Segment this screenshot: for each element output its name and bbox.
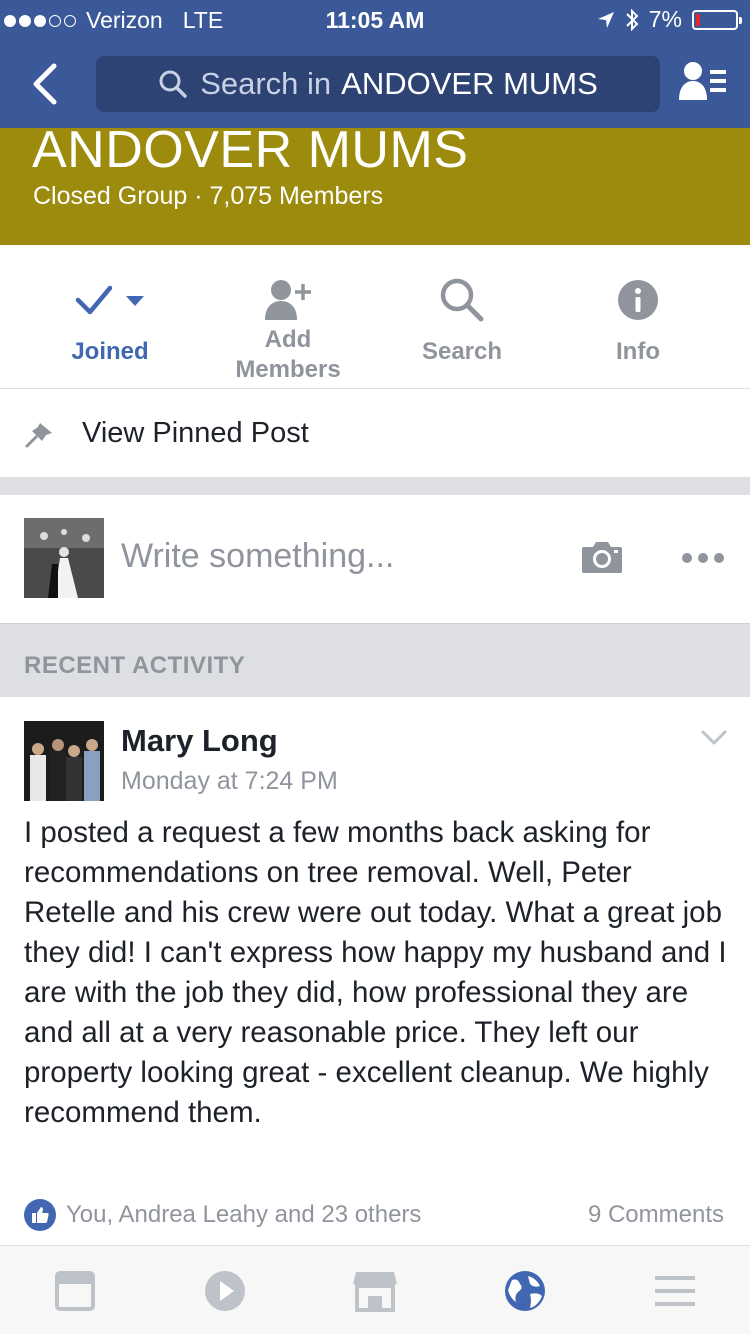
video-icon[interactable] bbox=[200, 1268, 250, 1314]
pin-icon bbox=[25, 423, 52, 448]
checkmark-icon bbox=[75, 285, 144, 315]
group-members-icon[interactable] bbox=[678, 60, 728, 104]
add-person-icon bbox=[265, 280, 311, 320]
group-search-input[interactable]: Search in ANDOVER MUMS bbox=[96, 56, 660, 112]
view-pinned-post-row[interactable]: View Pinned Post bbox=[0, 389, 750, 477]
globe-icon[interactable] bbox=[500, 1268, 550, 1314]
group-subtitle: Closed Group · 7,075 Members bbox=[33, 182, 384, 210]
search-placeholder: Search in bbox=[200, 66, 332, 101]
group-title: ANDOVER MUMS bbox=[32, 128, 469, 179]
search-button[interactable]: Search bbox=[372, 245, 552, 389]
group-photo-icon bbox=[24, 721, 104, 801]
feed-post: Mary Long Monday at 7:24 PM I posted a r… bbox=[0, 697, 750, 1245]
group-actions: Joined Add Members Search Info bbox=[0, 245, 750, 389]
status-bar: Verizon LTE 11:05 AM 7% bbox=[0, 0, 750, 40]
post-composer[interactable]: Write something... bbox=[0, 495, 750, 623]
add-members-label-line1: Add bbox=[264, 326, 312, 353]
news-feed-icon[interactable] bbox=[50, 1268, 100, 1314]
wedding-photo-icon bbox=[24, 518, 104, 598]
author-avatar[interactable] bbox=[24, 721, 104, 801]
post-author[interactable]: Mary Long bbox=[121, 723, 278, 759]
search-label: Search bbox=[421, 338, 503, 365]
group-cover: ANDOVER MUMS Closed Group · 7,075 Member… bbox=[0, 128, 750, 245]
search-icon bbox=[159, 70, 187, 98]
view-pinned-post-label: View Pinned Post bbox=[82, 417, 309, 449]
search-icon bbox=[440, 278, 484, 322]
back-chevron-icon[interactable] bbox=[30, 62, 62, 106]
search-group-name: ANDOVER MUMS bbox=[341, 66, 598, 101]
add-members-button[interactable]: Add Members bbox=[198, 245, 378, 389]
bluetooth-icon bbox=[626, 8, 639, 31]
joined-button[interactable]: Joined bbox=[20, 245, 200, 389]
status-right: 7% bbox=[597, 6, 742, 33]
location-icon bbox=[597, 11, 614, 28]
reactions-summary[interactable]: You, Andrea Leahy and 23 others bbox=[24, 1199, 421, 1231]
chevron-down-icon[interactable] bbox=[700, 729, 728, 747]
info-button[interactable]: Info bbox=[548, 245, 728, 389]
battery-percent: 7% bbox=[648, 6, 682, 32]
post-timestamp[interactable]: Monday at 7:24 PM bbox=[121, 767, 338, 796]
joined-label: Joined bbox=[71, 338, 149, 365]
add-members-label-line2: Members bbox=[235, 356, 341, 383]
info-label: Info bbox=[616, 338, 660, 365]
menu-icon[interactable] bbox=[650, 1268, 700, 1314]
top-bar: Verizon LTE 11:05 AM 7% Search in ANDOVER… bbox=[0, 0, 750, 128]
section-divider bbox=[0, 477, 750, 495]
dropdown-caret-icon bbox=[126, 296, 144, 306]
camera-icon[interactable] bbox=[580, 539, 624, 575]
post-body: I posted a request a few months back ask… bbox=[24, 816, 727, 1129]
more-options-icon[interactable] bbox=[682, 553, 724, 563]
write-something-input[interactable]: Write something... bbox=[121, 537, 394, 576]
reactions-label: You, Andrea Leahy and 23 others bbox=[66, 1201, 422, 1228]
user-avatar bbox=[24, 518, 104, 598]
battery-icon bbox=[692, 9, 742, 30]
recent-activity-header: RECENT ACTIVITY bbox=[0, 623, 750, 697]
marketplace-icon[interactable] bbox=[350, 1268, 400, 1314]
recent-activity-label: RECENT ACTIVITY bbox=[24, 652, 246, 679]
bottom-tab-bar bbox=[0, 1245, 750, 1334]
comments-count[interactable]: 9 Comments bbox=[588, 1201, 724, 1229]
info-icon bbox=[618, 280, 658, 320]
like-icon bbox=[24, 1199, 56, 1231]
